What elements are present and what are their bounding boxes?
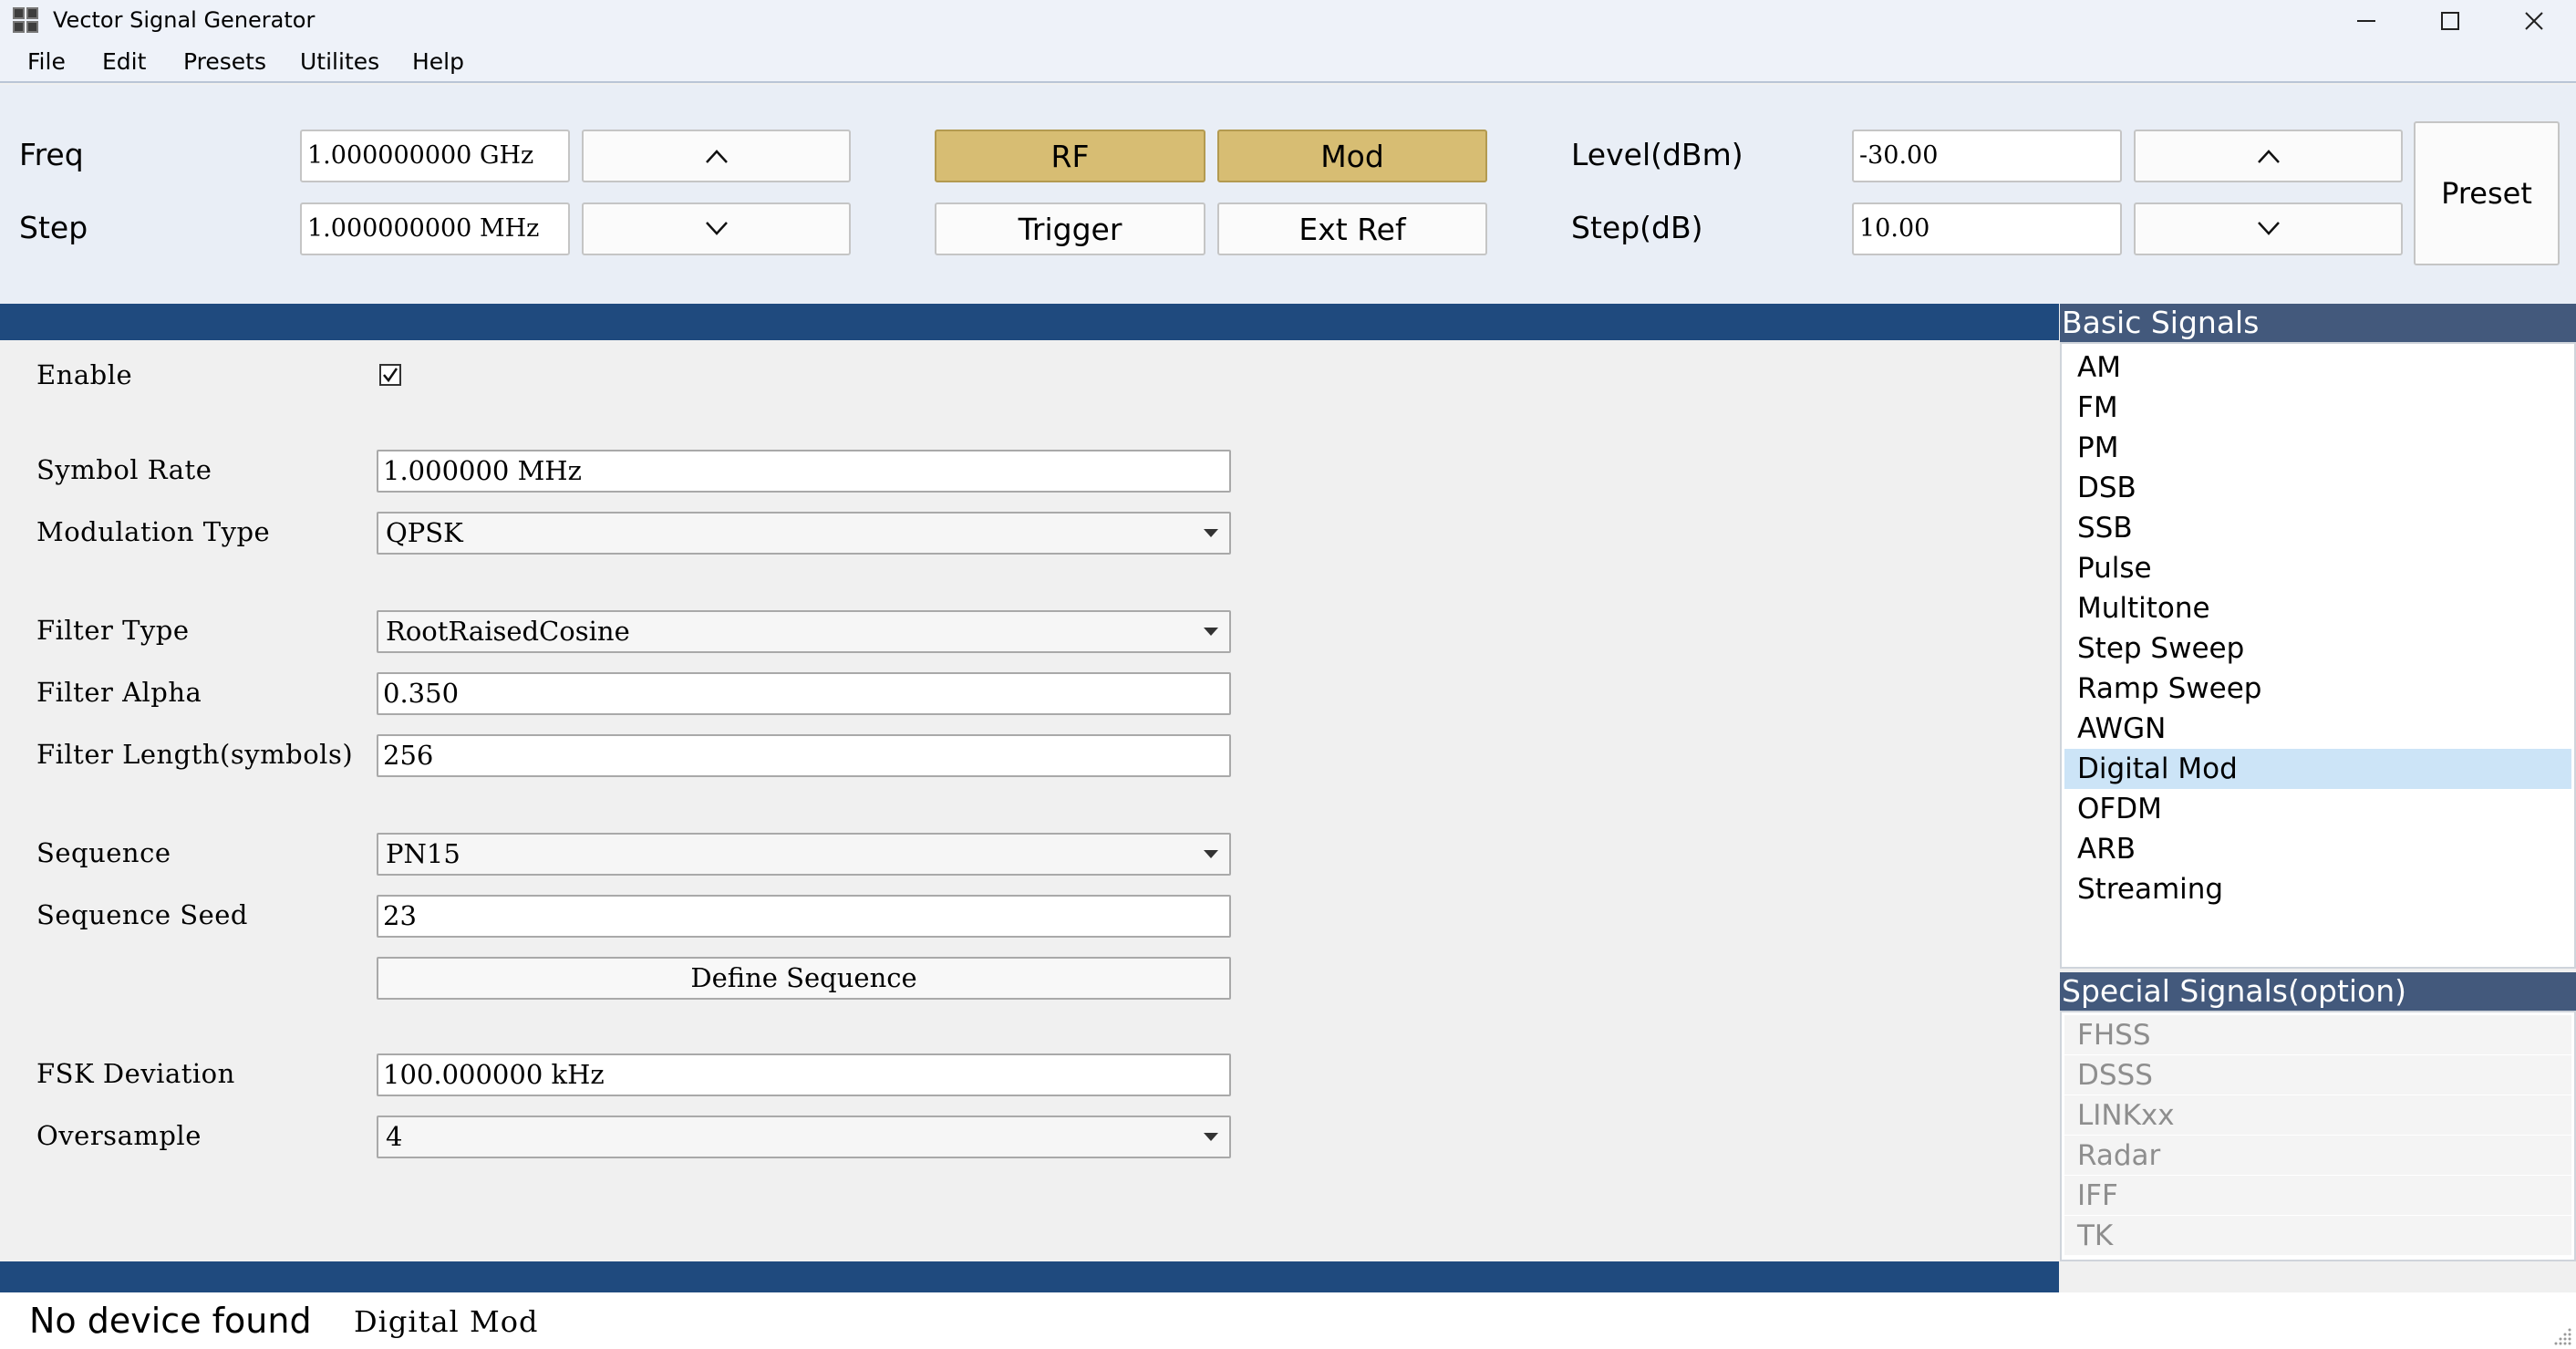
basic-signal-streaming[interactable]: Streaming bbox=[2064, 869, 2571, 909]
trigger-button[interactable]: Trigger bbox=[935, 202, 1205, 255]
step-db-label: Step(dB) bbox=[1571, 210, 1703, 245]
basic-signal-pulse[interactable]: Pulse bbox=[2064, 548, 2571, 588]
step-input[interactable]: 1.000000000 MHz bbox=[300, 202, 570, 255]
special-signal-fhss[interactable]: FHSS bbox=[2064, 1015, 2571, 1055]
title-bar: Vector Signal Generator bbox=[0, 0, 2576, 41]
filter-type-select[interactable]: RootRaisedCosine bbox=[377, 610, 1231, 653]
minimize-icon bbox=[2357, 19, 2375, 22]
step-db-input[interactable]: 10.00 bbox=[1852, 202, 2122, 255]
basic-signal-multitone[interactable]: Multitone bbox=[2064, 588, 2571, 628]
resize-grip-icon[interactable] bbox=[2552, 1325, 2572, 1345]
basic-signals-header: Basic Signals bbox=[2060, 304, 2576, 342]
oversample-select[interactable]: 4 bbox=[377, 1116, 1231, 1158]
close-button[interactable] bbox=[2492, 0, 2576, 41]
symbol-rate-label: Symbol Rate bbox=[36, 454, 212, 485]
special-signal-linkxx[interactable]: LINKxx bbox=[2064, 1095, 2571, 1136]
filter-length-label: Filter Length(symbols) bbox=[36, 739, 354, 770]
menu-file[interactable]: File bbox=[27, 48, 66, 76]
freq-label: Freq bbox=[19, 137, 84, 172]
basic-signal-am[interactable]: AM bbox=[2064, 348, 2571, 388]
special-signal-tk[interactable]: TK bbox=[2064, 1216, 2571, 1256]
basic-signal-ssb[interactable]: SSB bbox=[2064, 508, 2571, 548]
maximize-icon bbox=[2441, 11, 2459, 30]
dropdown-arrow-icon bbox=[1204, 1133, 1218, 1141]
menu-presets[interactable]: Presets bbox=[183, 48, 266, 76]
freq-up-button[interactable] bbox=[582, 130, 851, 182]
level-input[interactable]: -30.00 bbox=[1852, 130, 2122, 182]
dropdown-arrow-icon bbox=[1204, 850, 1218, 858]
basic-signal-ramp-sweep[interactable]: Ramp Sweep bbox=[2064, 669, 2571, 709]
bottom-divider-bar bbox=[0, 1261, 2059, 1292]
basic-signal-fm[interactable]: FM bbox=[2064, 388, 2571, 428]
step-label: Step bbox=[19, 210, 88, 245]
level-up-button[interactable] bbox=[2134, 130, 2403, 182]
chevron-down-icon bbox=[705, 222, 728, 235]
dropdown-arrow-icon bbox=[1204, 529, 1218, 537]
basic-signal-awgn[interactable]: AWGN bbox=[2064, 709, 2571, 749]
filter-alpha-label: Filter Alpha bbox=[36, 677, 202, 708]
filter-type-value: RootRaisedCosine bbox=[386, 616, 630, 647]
symbol-rate-input[interactable]: 1.000000 MHz bbox=[377, 450, 1231, 493]
minimize-button[interactable] bbox=[2324, 0, 2408, 41]
menu-edit[interactable]: Edit bbox=[102, 48, 146, 76]
basic-signal-dsb[interactable]: DSB bbox=[2064, 468, 2571, 508]
basic-signal-pm[interactable]: PM bbox=[2064, 428, 2571, 468]
sequence-value: PN15 bbox=[386, 838, 460, 869]
fsk-deviation-label: FSK Deviation bbox=[36, 1058, 235, 1089]
close-icon bbox=[2525, 11, 2543, 30]
modulation-type-label: Modulation Type bbox=[36, 516, 271, 547]
modulation-type-value: QPSK bbox=[386, 517, 463, 548]
device-status: No device found bbox=[29, 1301, 312, 1341]
basic-signal-step-sweep[interactable]: Step Sweep bbox=[2064, 628, 2571, 669]
basic-signal-arb[interactable]: ARB bbox=[2064, 829, 2571, 869]
oversample-label: Oversample bbox=[36, 1120, 202, 1151]
enable-label: Enable bbox=[36, 359, 133, 390]
chevron-up-icon bbox=[705, 150, 728, 163]
define-sequence-button[interactable]: Define Sequence bbox=[377, 957, 1231, 1000]
window-title: Vector Signal Generator bbox=[53, 7, 316, 33]
enable-checkbox[interactable] bbox=[379, 364, 401, 386]
basic-signal-ofdm[interactable]: OFDM bbox=[2064, 789, 2571, 829]
panel-footer bbox=[2060, 1261, 2576, 1292]
status-bar: No device found Digital Mod bbox=[0, 1292, 2576, 1349]
basic-signal-digital-mod[interactable]: Digital Mod bbox=[2064, 749, 2571, 789]
freq-input[interactable]: 1.000000000 GHz bbox=[300, 130, 570, 182]
sequence-seed-label: Sequence Seed bbox=[36, 899, 248, 930]
level-label: Level(dBm) bbox=[1571, 137, 1743, 172]
sequence-seed-input[interactable]: 23 bbox=[377, 895, 1231, 938]
filter-length-input[interactable]: 256 bbox=[377, 734, 1231, 777]
special-signal-iff[interactable]: IFF bbox=[2064, 1176, 2571, 1216]
fsk-deviation-input[interactable]: 100.000000 kHz bbox=[377, 1053, 1231, 1096]
filter-type-label: Filter Type bbox=[36, 615, 190, 646]
freq-down-button[interactable] bbox=[582, 202, 851, 255]
mod-button[interactable]: Mod bbox=[1217, 130, 1487, 182]
chevron-up-icon bbox=[2257, 150, 2280, 163]
top-divider-bar bbox=[0, 304, 2059, 340]
modulation-type-select[interactable]: QPSK bbox=[377, 512, 1231, 555]
special-signal-radar[interactable]: Radar bbox=[2064, 1136, 2571, 1176]
menu-bar: File Edit Presets Utilites Help bbox=[0, 41, 2576, 83]
checkmark-icon bbox=[383, 368, 398, 383]
rf-button[interactable]: RF bbox=[935, 130, 1205, 182]
ext-ref-button[interactable]: Ext Ref bbox=[1217, 202, 1487, 255]
dropdown-arrow-icon bbox=[1204, 628, 1218, 636]
digital-mod-form: Enable Symbol Rate 1.000000 MHz Modulati… bbox=[0, 340, 2059, 1261]
oversample-value: 4 bbox=[386, 1121, 403, 1152]
preset-button[interactable]: Preset bbox=[2414, 121, 2560, 265]
grid-app-icon bbox=[13, 7, 38, 33]
toolbar: Freq Step 1.000000000 GHz 1.000000000 MH… bbox=[0, 85, 2576, 304]
special-signals-list: FHSS DSSS LINKxx Radar IFF TK bbox=[2060, 1011, 2576, 1261]
sequence-label: Sequence bbox=[36, 837, 171, 868]
basic-signals-list: AM FM PM DSB SSB Pulse Multitone Step Sweep Ramp… bbox=[2060, 342, 2576, 969]
special-signals-header: Special Signals(option) bbox=[2060, 972, 2576, 1011]
maximize-button[interactable] bbox=[2408, 0, 2492, 41]
special-signal-dsss[interactable]: DSSS bbox=[2064, 1055, 2571, 1095]
menu-utilities[interactable]: Utilites bbox=[300, 48, 379, 76]
level-down-button[interactable] bbox=[2134, 202, 2403, 255]
filter-alpha-input[interactable]: 0.350 bbox=[377, 672, 1231, 715]
menu-help[interactable]: Help bbox=[412, 48, 464, 76]
chevron-down-icon bbox=[2257, 222, 2280, 235]
sequence-select[interactable]: PN15 bbox=[377, 833, 1231, 876]
current-mode: Digital Mod bbox=[354, 1304, 539, 1339]
